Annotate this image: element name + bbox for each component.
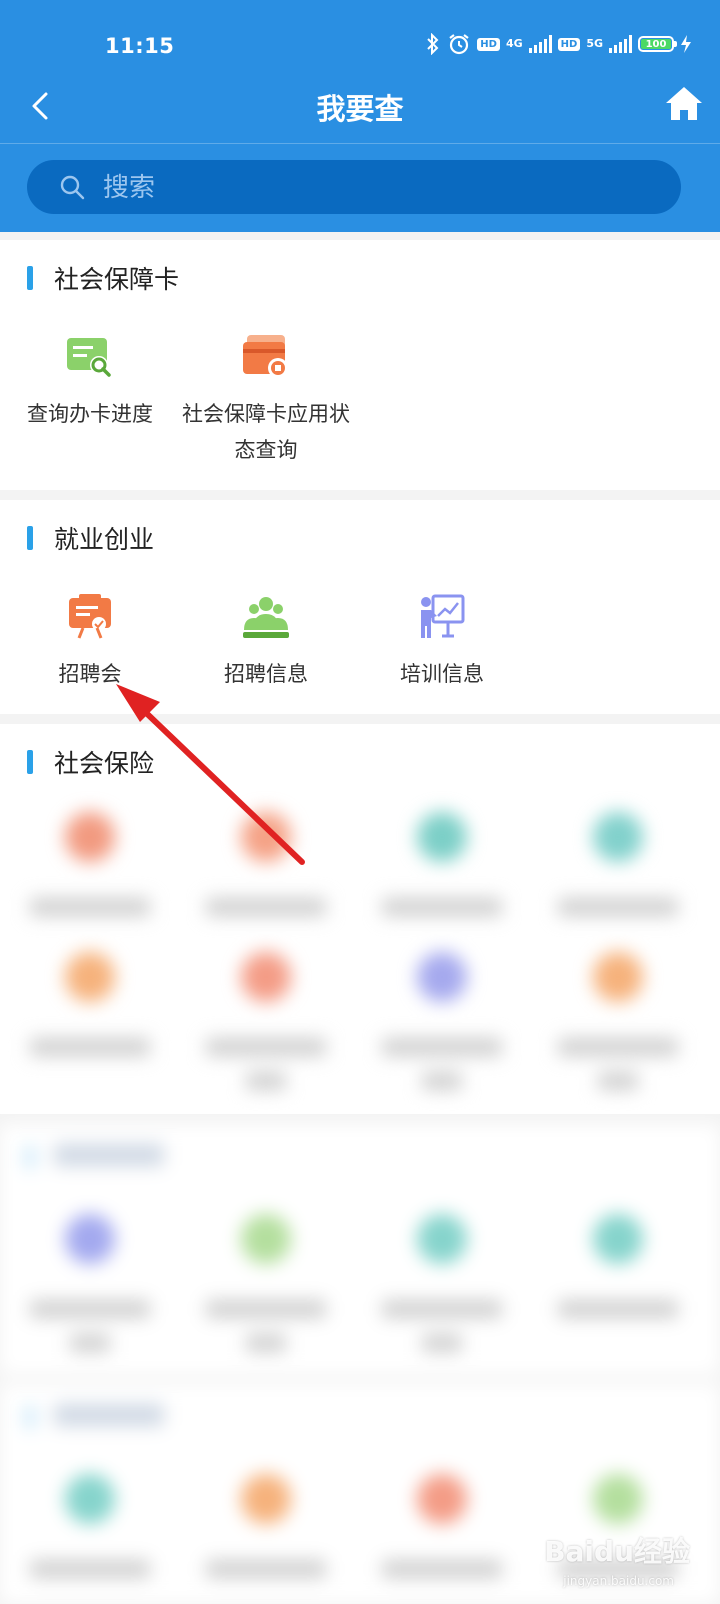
status-icons: HD 4G HD 5G 100 — [425, 32, 692, 56]
section-accent-bar — [27, 526, 33, 550]
hd-badge: HD — [477, 37, 500, 51]
section-employment: 就业创业 招聘会 招聘信息 培训信息 — [0, 500, 720, 714]
grid-item-training-info[interactable]: 培训信息 — [354, 592, 530, 692]
network-type-2: 5G — [586, 37, 603, 50]
charging-icon — [681, 35, 691, 53]
card-status-icon — [243, 335, 288, 378]
job-fair-icon — [69, 594, 111, 639]
search-icon — [60, 175, 85, 200]
search-input[interactable] — [101, 168, 645, 208]
hd-badge-2: HD — [557, 37, 581, 51]
watermark-logo: Baidu经验 — [544, 1535, 690, 1568]
home-icon[interactable] — [664, 84, 704, 124]
grid-item-card-progress[interactable]: 查询办卡进度 — [2, 332, 178, 432]
blurred-item — [530, 812, 706, 916]
alarm-icon — [449, 34, 469, 55]
training-info-icon — [421, 594, 465, 638]
blurred-item — [530, 952, 706, 1090]
blurred-item — [2, 812, 178, 916]
section-header: 社会保障卡 — [0, 240, 720, 316]
status-time: 11:15 — [105, 34, 175, 58]
blurred-content — [0, 790, 720, 1604]
blurred-section — [0, 1124, 720, 1374]
blurred-item — [2, 1214, 178, 1352]
battery-level: 100 — [641, 39, 671, 50]
app-header: 11:15 HD 4G HD 5G 100 我要查 — [0, 0, 720, 232]
section-title: 就业创业 — [54, 525, 155, 554]
section-accent-bar — [27, 750, 33, 774]
blurred-item — [354, 952, 530, 1090]
signal-icon-2 — [609, 35, 632, 53]
section-title: 社会保障卡 — [54, 265, 180, 294]
grid-item-label: 招聘信息 — [224, 662, 308, 686]
section-header: 就业创业 — [0, 500, 720, 576]
grid-item-job-fair[interactable]: 招聘会 — [2, 592, 178, 692]
grid-item-card-status[interactable]: 社会保障卡应用状态查询 — [178, 332, 354, 468]
section-title: 社会保险 — [54, 749, 155, 778]
blurred-item — [178, 952, 354, 1090]
section-accent-bar — [27, 266, 33, 290]
blurred-item — [178, 1474, 354, 1578]
blurred-row — [0, 812, 720, 952]
section-header: 社会保险 — [0, 724, 720, 800]
grid-item-label: 招聘会 — [58, 662, 122, 686]
blurred-section — [0, 1384, 720, 1604]
section-social-security-card: 社会保障卡 查询办卡进度 社会保障卡应用状态查询 — [0, 240, 720, 490]
blurred-item — [354, 1474, 530, 1578]
bluetooth-icon — [427, 33, 439, 55]
grid-item-label: 培训信息 — [400, 662, 484, 686]
recruitment-info-icon — [243, 597, 289, 638]
page-title: 我要查 — [316, 92, 404, 126]
header-divider — [0, 143, 720, 144]
blurred-item — [178, 812, 354, 916]
grid-item-label: 社会保障卡应用状态查询 — [182, 402, 350, 462]
blurred-item — [530, 1214, 706, 1318]
signal-icon — [528, 35, 552, 53]
blurred-item — [2, 1474, 178, 1578]
nav-bar: 我要查 — [0, 70, 720, 142]
blurred-item — [354, 812, 530, 916]
grid-item-recruitment-info[interactable]: 招聘信息 — [178, 592, 354, 692]
blurred-item — [2, 952, 178, 1056]
grid-item-label: 查询办卡进度 — [27, 402, 153, 426]
blurred-item — [178, 1214, 354, 1352]
network-type-1: 4G — [505, 37, 523, 50]
card-search-icon — [67, 338, 111, 377]
blurred-row — [0, 952, 720, 1112]
battery-icon: 100 — [638, 36, 677, 52]
blurred-item — [354, 1214, 530, 1352]
search-box[interactable] — [27, 160, 681, 214]
watermark-url: jingyan.baidu.com — [563, 1574, 674, 1588]
